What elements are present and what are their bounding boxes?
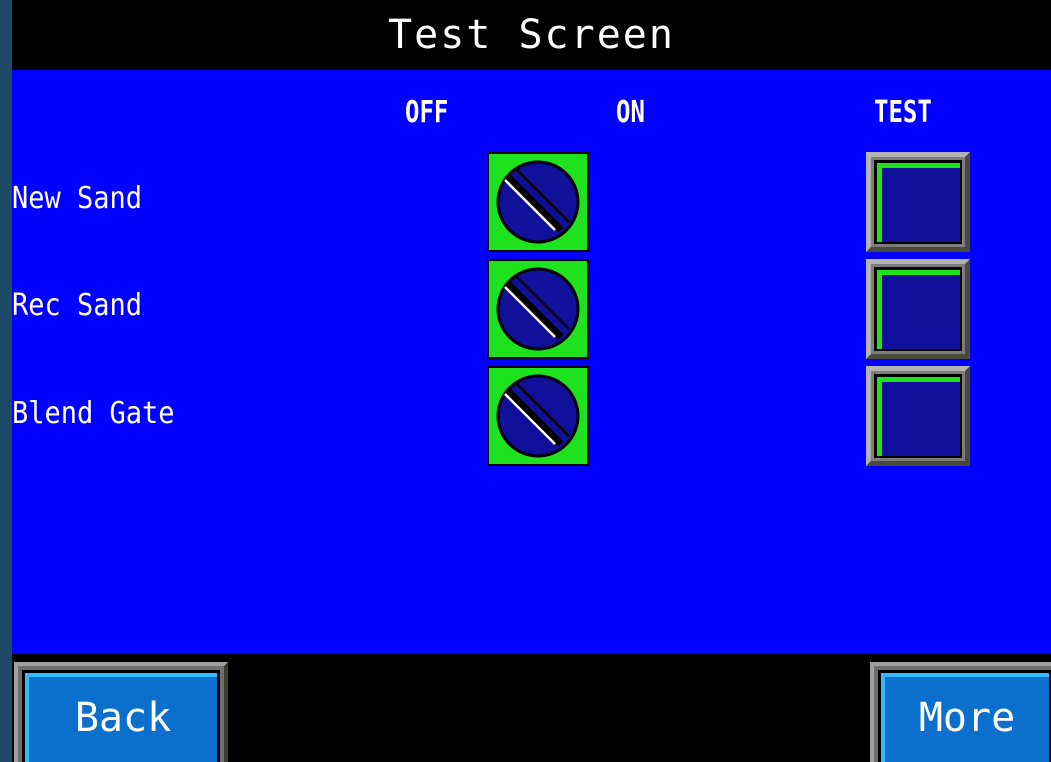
row-label-rec-sand: Rec Sand (12, 288, 143, 323)
selector-knob-icon (496, 267, 580, 351)
back-button[interactable]: Back (14, 662, 228, 762)
selector-knob-icon (496, 374, 580, 458)
test-button-blend-gate[interactable] (866, 366, 970, 466)
row-label-new-sand: New Sand (12, 181, 143, 216)
row-label-blend-gate: Blend Gate (12, 396, 175, 431)
test-button-rec-sand[interactable] (866, 259, 970, 359)
column-header-test: TEST (874, 95, 932, 130)
back-button-label: Back (25, 673, 217, 762)
selector-knob-icon (496, 160, 580, 244)
screen-title: Test Screen (12, 0, 1051, 70)
hmi-screen: Test Screen OFF ON TEST New Sand Rec San… (12, 0, 1051, 762)
selector-switch-rec-sand[interactable] (487, 259, 589, 359)
more-button-label: More (881, 673, 1049, 762)
column-header-off: OFF (405, 95, 449, 130)
column-header-on: ON (616, 95, 645, 130)
test-button-new-sand[interactable] (866, 152, 970, 252)
selector-switch-blend-gate[interactable] (487, 366, 589, 466)
selector-switch-new-sand[interactable] (487, 152, 589, 252)
more-button[interactable]: More (870, 662, 1051, 762)
